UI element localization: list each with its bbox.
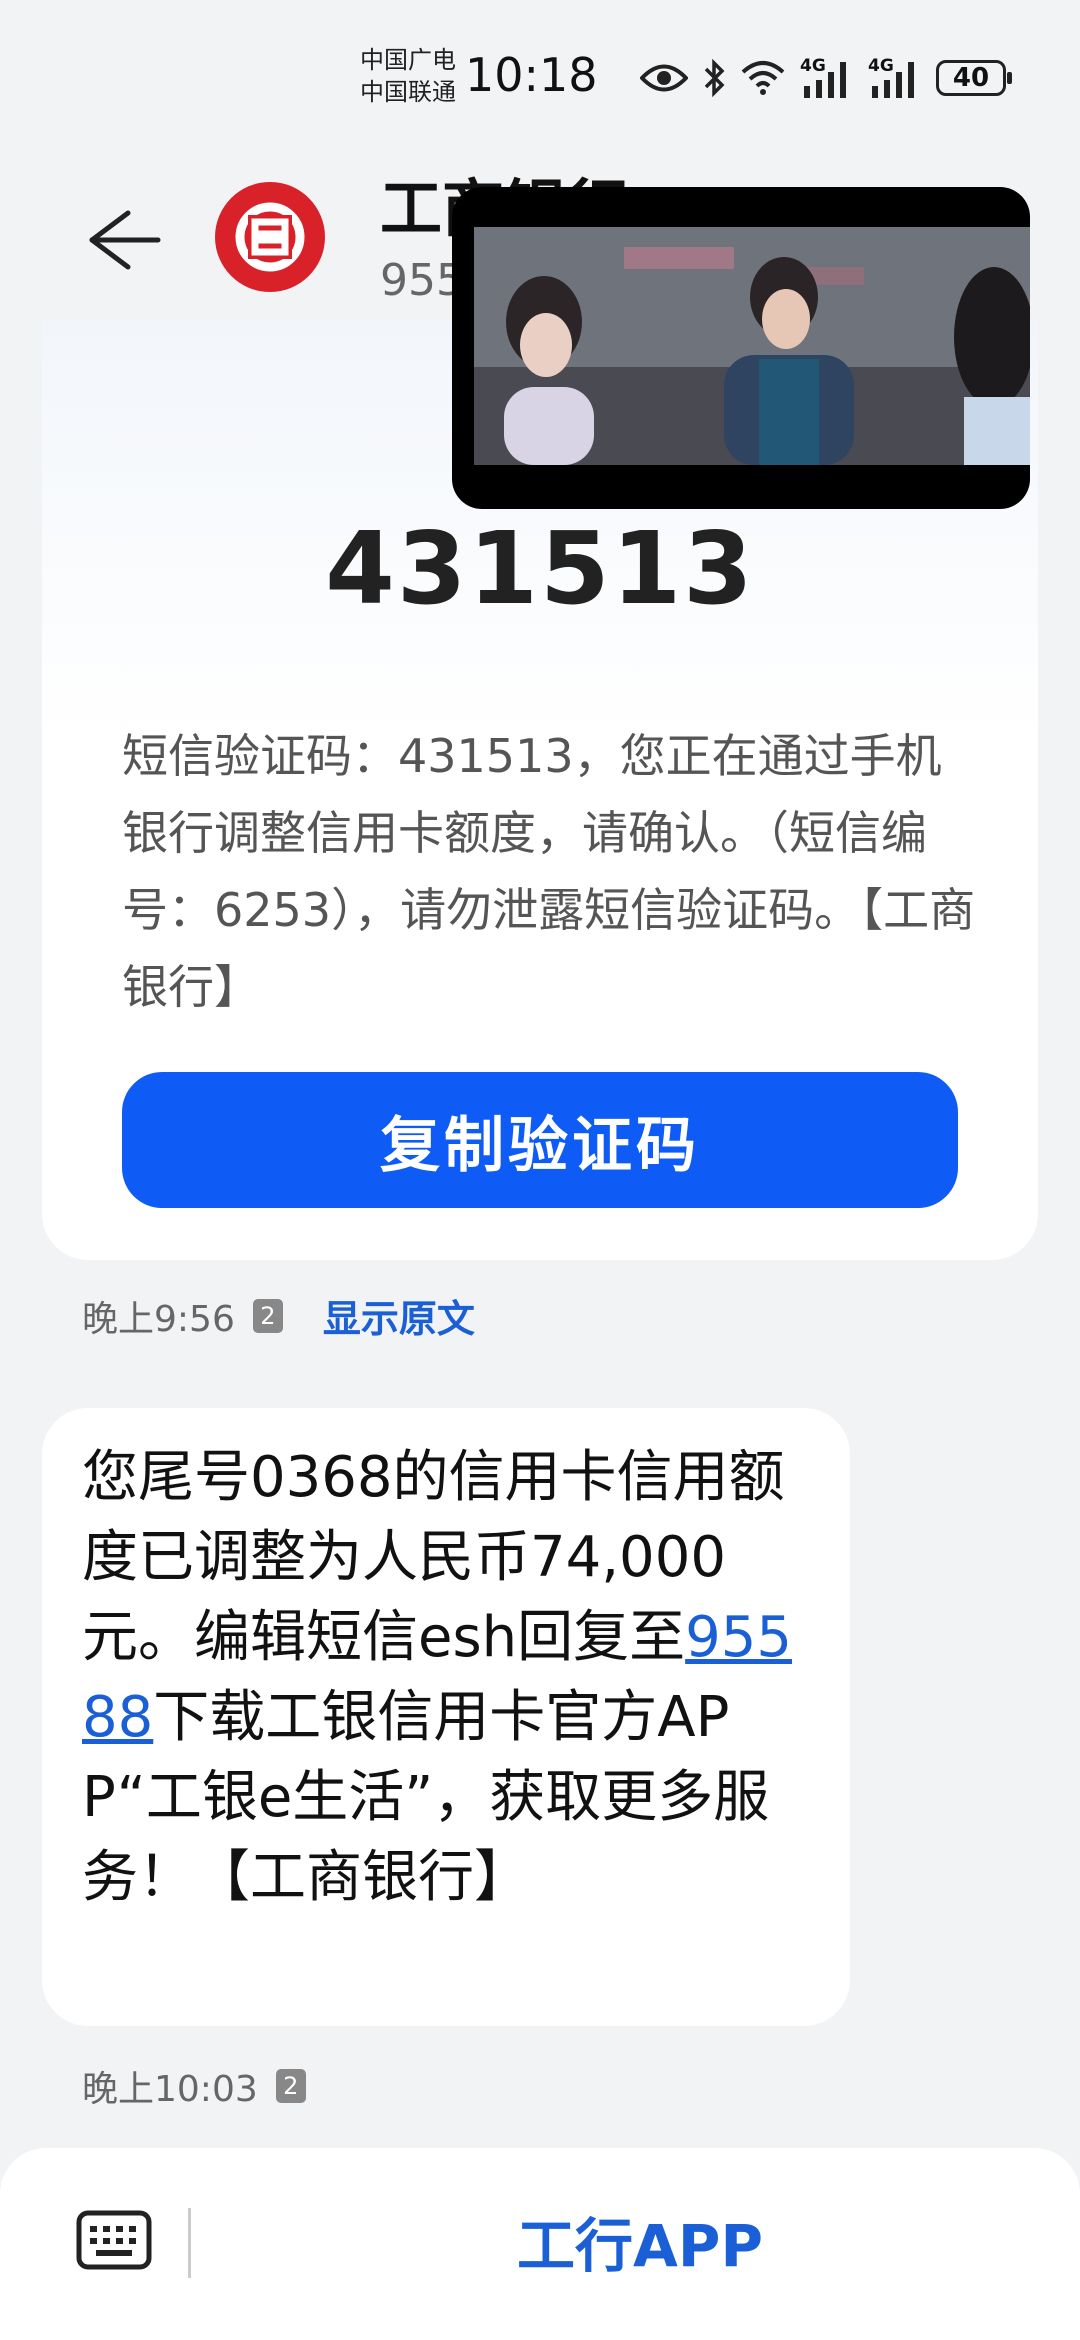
message-meta-2: 晚上10:03 2 bbox=[82, 2060, 306, 2112]
message-time-2: 晚上10:03 bbox=[82, 2069, 258, 2110]
bluetooth-icon bbox=[702, 58, 726, 98]
video-scene-image bbox=[474, 227, 1030, 465]
back-arrow-icon[interactable] bbox=[78, 195, 168, 285]
keyboard-icon[interactable] bbox=[76, 2210, 152, 2270]
cellular-signal-icon-1: 4G bbox=[800, 56, 854, 100]
show-original-link[interactable]: 显示原文 bbox=[323, 1288, 475, 1343]
message-time-1: 晚上9:56 bbox=[82, 1298, 235, 1340]
message-bubble[interactable]: 您尾号0368的信用卡信用额度已调整为人民币74,000元。编辑短信esh回复至… bbox=[42, 1408, 850, 2026]
message-text: 您尾号0368的信用卡信用额度已调整为人民币74,000元。编辑短信esh回复至… bbox=[82, 1438, 822, 1918]
carrier-2: 中国联通 bbox=[360, 78, 456, 106]
icbc-logo-icon bbox=[235, 202, 305, 272]
video-frame bbox=[474, 227, 1030, 465]
verification-code: 431513 bbox=[325, 510, 755, 627]
bottom-divider bbox=[188, 2208, 191, 2278]
cellular-signal-icon-2: 4G bbox=[868, 56, 922, 100]
sim-2-icon: 2 bbox=[275, 2069, 306, 2103]
bank-logo-avatar[interactable] bbox=[215, 182, 325, 292]
status-clock: 10:18 bbox=[465, 48, 598, 102]
status-icons: 4G 4G 40 bbox=[640, 50, 1012, 106]
wifi-icon bbox=[740, 60, 786, 96]
carrier-1: 中国广电 bbox=[360, 46, 456, 74]
floating-video-player[interactable] bbox=[452, 187, 1030, 509]
copy-code-button[interactable]: 复制验证码 bbox=[122, 1072, 958, 1208]
message-text-part-2: 下载工银信用卡官方APP“工银e生活”，获取更多服务！【工商银行】 bbox=[82, 1685, 770, 1910]
bottom-action-bar: 工行APP bbox=[0, 2148, 1080, 2340]
battery-icon: 40 bbox=[936, 60, 1012, 96]
message-text-part-1: 您尾号0368的信用卡信用额度已调整为人民币74,000元。编辑短信esh回复至 bbox=[82, 1445, 785, 1670]
message-meta-1: 晚上9:56 2 显示原文 bbox=[82, 1288, 475, 1343]
sms-message-text: 短信验证码：431513，您正在通过手机银行调整信用卡额度，请确认。（短信编号：… bbox=[122, 729, 976, 1014]
eye-icon bbox=[640, 61, 688, 95]
icbc-app-button[interactable]: 工行APP bbox=[440, 2186, 840, 2296]
sim-2-icon: 2 bbox=[252, 1298, 283, 1333]
carrier-names: 中国广电 中国联通 bbox=[360, 44, 456, 108]
status-bar: 中国广电 中国联通 10:18 4G 4G 40 bbox=[0, 0, 1080, 150]
